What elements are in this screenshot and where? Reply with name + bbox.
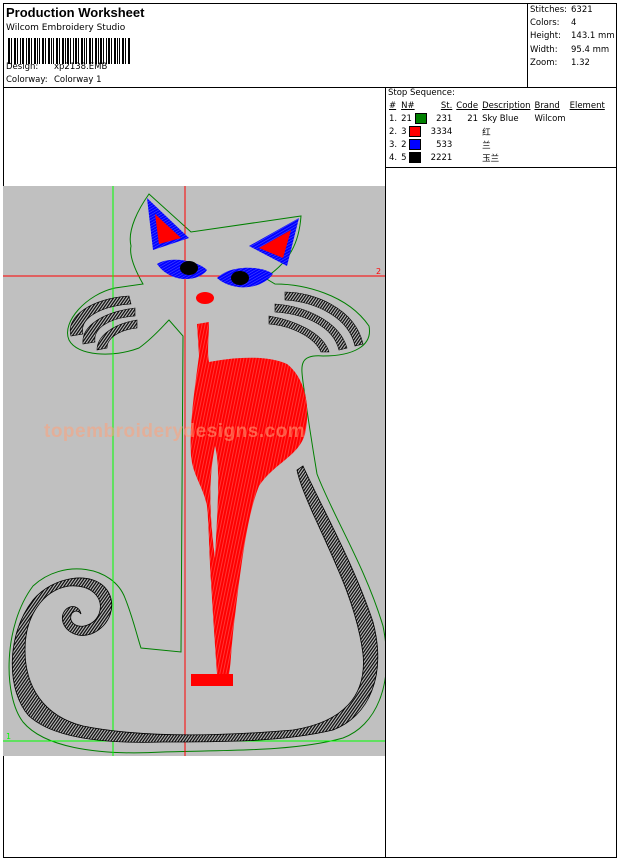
stat-label: Colors: (530, 18, 560, 29)
needle-number: 5 (401, 153, 407, 163)
color-description: Sky Blue (482, 113, 519, 124)
stat-row: Height: 143.1 mm (530, 30, 615, 43)
table-row: 3. 2 533 兰 (387, 138, 607, 151)
stitch-count: 2221 (430, 152, 453, 163)
colorway-row: Colorway: Colorway 1 (6, 75, 102, 85)
color-swatch (409, 139, 422, 150)
needle-cell: 3 (399, 125, 429, 138)
stats-panel: Stitches: 6321 Colors: 4 Height: 143.1 mm W… (530, 4, 615, 70)
divider (385, 167, 617, 168)
brand (532, 151, 567, 164)
column-header: St. (440, 101, 453, 111)
needle-cell: 2 (399, 138, 429, 151)
stat-value: 6321 (571, 5, 593, 15)
element (568, 151, 607, 164)
row-number: 2. (389, 126, 398, 137)
color-swatch (409, 152, 422, 163)
color-description: 玉兰 (482, 153, 500, 164)
divider (527, 3, 528, 87)
left-eye-pupil (180, 261, 198, 275)
stat-label: Height: (530, 31, 561, 42)
brand: Wilcom (534, 113, 566, 124)
column-header: Brand (534, 101, 560, 111)
row-number: 1. (389, 113, 398, 124)
needle-cell: 21 (399, 112, 429, 125)
stitch-count: 3334 (430, 126, 453, 137)
stat-value: 143.1 mm (571, 31, 615, 42)
row-number: 4. (389, 152, 398, 163)
element (568, 138, 607, 151)
color-description: 红 (482, 127, 491, 138)
left-whiskers (69, 295, 138, 351)
design-row: Design: xp2138.EMB (6, 62, 107, 72)
stop-sequence-title: Stop Sequence: (388, 88, 455, 98)
stat-value: 1.32 (571, 57, 590, 68)
column-header: Description (482, 101, 531, 111)
color-description: 兰 (482, 140, 491, 151)
stat-value: 4 (571, 18, 577, 29)
design-label: Design: (6, 62, 39, 72)
table-header-row: # N# St. Code Description Brand Element (387, 100, 607, 112)
stat-label: Width: (530, 44, 558, 55)
body-red (190, 322, 308, 674)
stat-row: Stitches: 6321 (530, 4, 615, 17)
color-code (454, 125, 480, 138)
right-whiskers (268, 291, 364, 353)
design-preview: 2 1 topembroiderydesigns.com (3, 186, 385, 756)
divider (385, 87, 386, 858)
colorway-value: Colorway 1 (54, 75, 102, 85)
watermark: topembroiderydesigns.com (44, 421, 306, 442)
stat-label: Zoom: (530, 57, 558, 68)
color-code (454, 138, 480, 151)
page-title: Production Worksheet (6, 5, 145, 20)
color-swatch (409, 126, 422, 137)
needle-cell: 5 (399, 151, 429, 164)
needle-number: 3 (401, 127, 407, 137)
barcode-icon (8, 38, 130, 64)
foot-red (191, 674, 233, 686)
guide-marker-1: 1 (6, 732, 11, 741)
right-eye-pupil (231, 271, 249, 285)
stop-sequence-table: # N# St. Code Description Brand Element … (387, 100, 607, 164)
stat-label: Stitches: (530, 5, 568, 15)
element (568, 112, 607, 125)
stat-row: Zoom: 1.32 (530, 57, 615, 70)
nose (196, 292, 214, 304)
element (568, 125, 607, 138)
stat-row: Colors: 4 (530, 17, 615, 30)
color-swatch (414, 113, 427, 124)
table-row: 2. 3 3334 红 (387, 125, 607, 138)
color-code (454, 151, 480, 164)
company-name: Wilcom Embroidery Studio (6, 23, 126, 33)
column-header: N# (401, 101, 415, 111)
column-header: Element (569, 101, 605, 111)
divider (3, 87, 617, 88)
design-value: xp2138.EMB (54, 62, 108, 72)
needle-number: 2 (401, 140, 407, 150)
stat-row: Width: 95.4 mm (530, 44, 615, 57)
table-row: 4. 5 2221 玉兰 (387, 151, 607, 164)
color-code: 21 (467, 113, 479, 124)
colorway-label: Colorway: (6, 75, 48, 85)
guide-marker-2: 2 (376, 267, 381, 276)
stitch-count: 231 (436, 113, 453, 124)
row-number: 3. (389, 139, 398, 150)
brand (532, 138, 567, 151)
stat-value: 95.4 mm (571, 44, 610, 55)
column-header: Code (456, 101, 479, 111)
needle-number: 21 (401, 114, 412, 124)
stitch-count: 533 (436, 139, 453, 150)
tail-outline-black (11, 465, 379, 743)
table-row: 1. 21 231 21 Sky Blue Wilcom (387, 112, 607, 125)
header-info: Production Worksheet Wilcom Embroidery S… (4, 4, 527, 87)
column-header: # (389, 101, 397, 111)
embroidery-cat-image: 2 1 (3, 186, 385, 756)
brand (532, 125, 567, 138)
